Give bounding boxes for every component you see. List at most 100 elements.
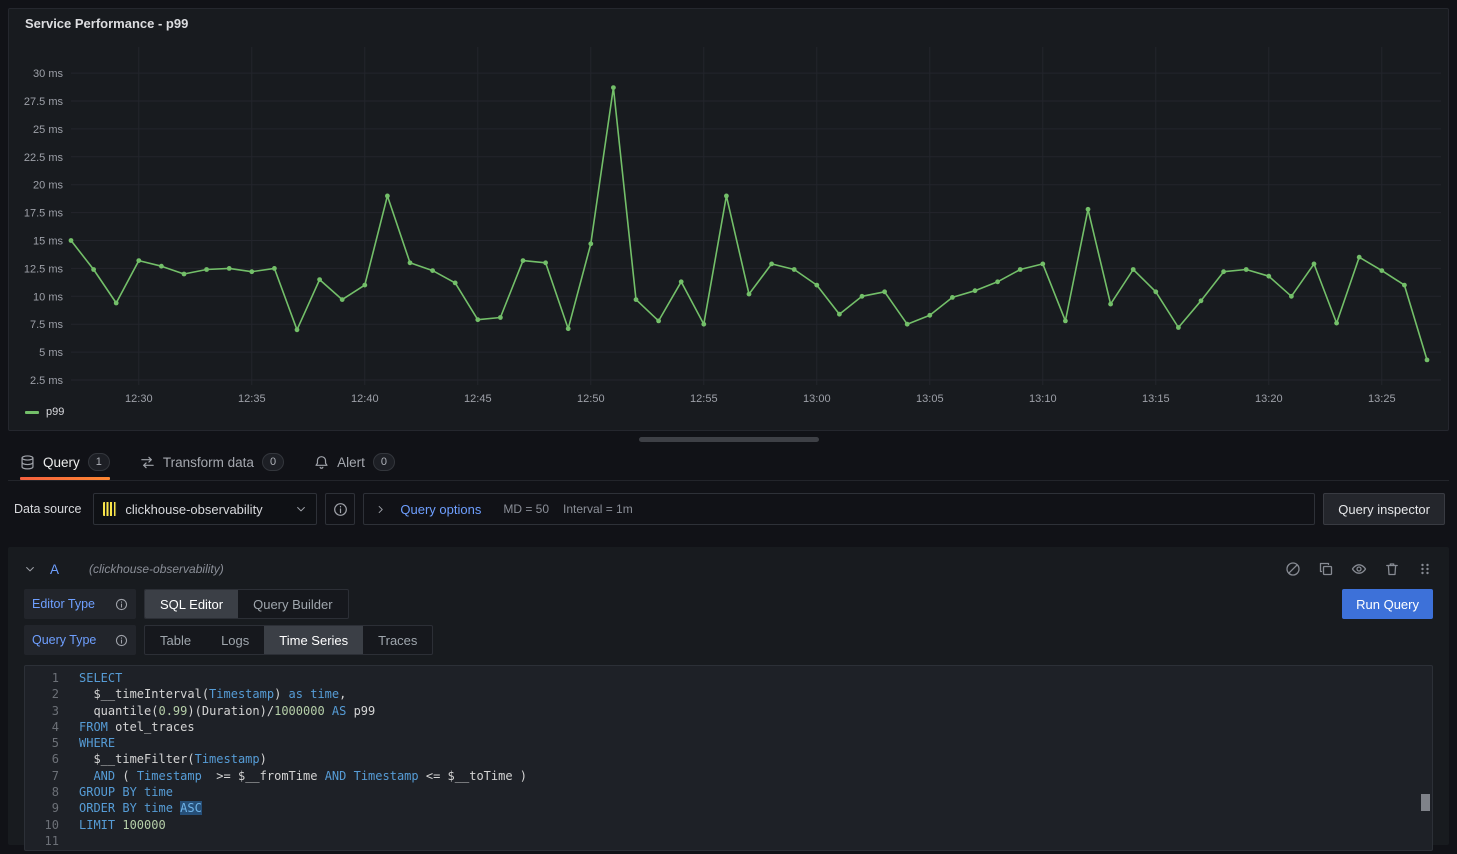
data-point (408, 260, 413, 265)
data-point (543, 260, 548, 265)
query-ref-id[interactable]: A (50, 562, 59, 577)
panel-title[interactable]: Service Performance - p99 (9, 9, 1448, 31)
sql-token: , (339, 687, 346, 701)
info-circle-icon[interactable] (115, 634, 128, 647)
x-axis-label: 13:25 (1368, 393, 1396, 405)
data-point (860, 294, 865, 299)
sql-token: p99 (346, 704, 375, 718)
code-line[interactable]: ORDER BY time ASC (79, 800, 1432, 816)
data-point (114, 301, 119, 306)
data-point (1199, 298, 1204, 303)
collapse-chevron-icon[interactable] (24, 563, 36, 575)
data-point (1040, 262, 1045, 267)
query-row-actions (1285, 561, 1433, 577)
trash-icon (1384, 561, 1400, 577)
query-options-label[interactable]: Query options (400, 502, 481, 517)
code-line[interactable]: quantile(0.99)(Duration)/1000000 AS p99 (79, 703, 1432, 719)
data-point (1221, 269, 1226, 274)
x-axis-label: 12:30 (125, 393, 153, 405)
data-point (91, 267, 96, 272)
sql-token: FROM (79, 720, 108, 734)
data-point (701, 322, 706, 327)
query-type-row: Query Type Table Logs Time Series Traces (24, 625, 1433, 655)
sql-token: Timestamp (195, 752, 260, 766)
tab-query[interactable]: Query 1 (20, 444, 110, 480)
code-line[interactable]: AND ( Timestamp >= $__fromTime AND Times… (79, 768, 1432, 784)
x-axis-label: 13:10 (1029, 393, 1057, 405)
hide-response-button[interactable] (1351, 561, 1367, 577)
radio-sql-editor[interactable]: SQL Editor (145, 590, 238, 618)
datasource-picker[interactable]: clickhouse-observability (93, 493, 317, 525)
tab-transform-data[interactable]: Transform data 0 (140, 444, 284, 480)
data-point (973, 288, 978, 293)
sql-token: ) (274, 687, 288, 701)
data-point (1289, 294, 1294, 299)
data-point (136, 258, 141, 263)
radio-logs[interactable]: Logs (206, 626, 264, 654)
query-datasource-note: (clickhouse-observability) (89, 562, 224, 576)
run-query-button[interactable]: Run Query (1342, 589, 1433, 619)
data-point (204, 267, 209, 272)
sql-token (137, 785, 144, 799)
radio-time-series[interactable]: Time Series (264, 626, 363, 654)
line-number: 7 (25, 768, 59, 784)
code-line[interactable]: GROUP BY time (79, 784, 1432, 800)
data-point (1108, 302, 1113, 307)
timeseries-chart[interactable]: 2.5 ms5 ms7.5 ms10 ms12.5 ms15 ms17.5 ms… (9, 33, 1446, 405)
sql-token: Timestamp (137, 769, 202, 783)
tab-alert-label: Alert (337, 455, 365, 470)
line-number: 11 (25, 833, 59, 849)
legend-label[interactable]: p99 (46, 406, 64, 418)
data-point (927, 313, 932, 318)
sql-token: quantile( (79, 704, 158, 718)
data-point (656, 319, 661, 324)
data-point (521, 258, 526, 263)
legend-swatch (25, 411, 39, 414)
data-point (611, 85, 616, 90)
x-axis-label: 12:35 (238, 393, 266, 405)
editor-type-label-box: Editor Type (24, 589, 136, 619)
data-point (905, 322, 910, 327)
query-options-toggle[interactable]: Query options MD = 50 Interval = 1m (363, 493, 1315, 525)
duplicate-query-button[interactable] (1318, 561, 1334, 577)
sql-code[interactable]: SELECT $__timeInterval(Timestamp) as tim… (79, 670, 1432, 850)
query-row-card: A (clickhouse-observability) (8, 547, 1449, 845)
y-axis-label: 15 ms (33, 236, 63, 248)
code-line[interactable]: $__timeFilter(Timestamp) (79, 751, 1432, 767)
datasource-help-button[interactable] (325, 493, 355, 525)
disable-query-button[interactable] (1285, 561, 1301, 577)
code-line[interactable]: FROM otel_traces (79, 719, 1432, 735)
copy-icon (1318, 561, 1334, 577)
tab-alert[interactable]: Alert 0 (314, 444, 395, 480)
x-axis-label: 12:40 (351, 393, 379, 405)
data-point (430, 268, 435, 273)
data-point (814, 283, 819, 288)
code-line[interactable]: SELECT (79, 670, 1432, 686)
radio-traces[interactable]: Traces (363, 626, 432, 654)
data-point (950, 295, 955, 300)
query-inspector-button[interactable]: Query inspector (1323, 493, 1445, 525)
code-line[interactable] (79, 833, 1432, 849)
panel-resize-handle[interactable] (639, 437, 819, 442)
x-axis-label: 12:50 (577, 393, 605, 405)
radio-query-builder[interactable]: Query Builder (238, 590, 347, 618)
remove-query-button[interactable] (1384, 561, 1400, 577)
x-axis-label: 12:45 (464, 393, 492, 405)
code-line[interactable]: WHERE (79, 735, 1432, 751)
code-line[interactable]: $__timeInterval(Timestamp) as time, (79, 686, 1432, 702)
radio-table[interactable]: Table (145, 626, 206, 654)
code-line[interactable]: LIMIT 100000 (79, 817, 1432, 833)
sql-token: as (289, 687, 303, 701)
info-circle-icon (333, 502, 348, 517)
sql-token: Timestamp (354, 769, 419, 783)
bell-icon (314, 455, 329, 470)
tab-transform-count-badge: 0 (262, 453, 284, 471)
sql-editor[interactable]: 1234567891011 SELECT $__timeInterval(Tim… (24, 665, 1433, 851)
editor-scrollbar[interactable] (1421, 794, 1430, 811)
x-axis-label: 13:05 (916, 393, 944, 405)
info-circle-icon[interactable] (115, 598, 128, 611)
drag-handle[interactable] (1417, 561, 1433, 577)
line-number: 8 (25, 784, 59, 800)
query-type-switcher: Table Logs Time Series Traces (144, 625, 433, 655)
grip-dots-icon (1417, 561, 1433, 577)
